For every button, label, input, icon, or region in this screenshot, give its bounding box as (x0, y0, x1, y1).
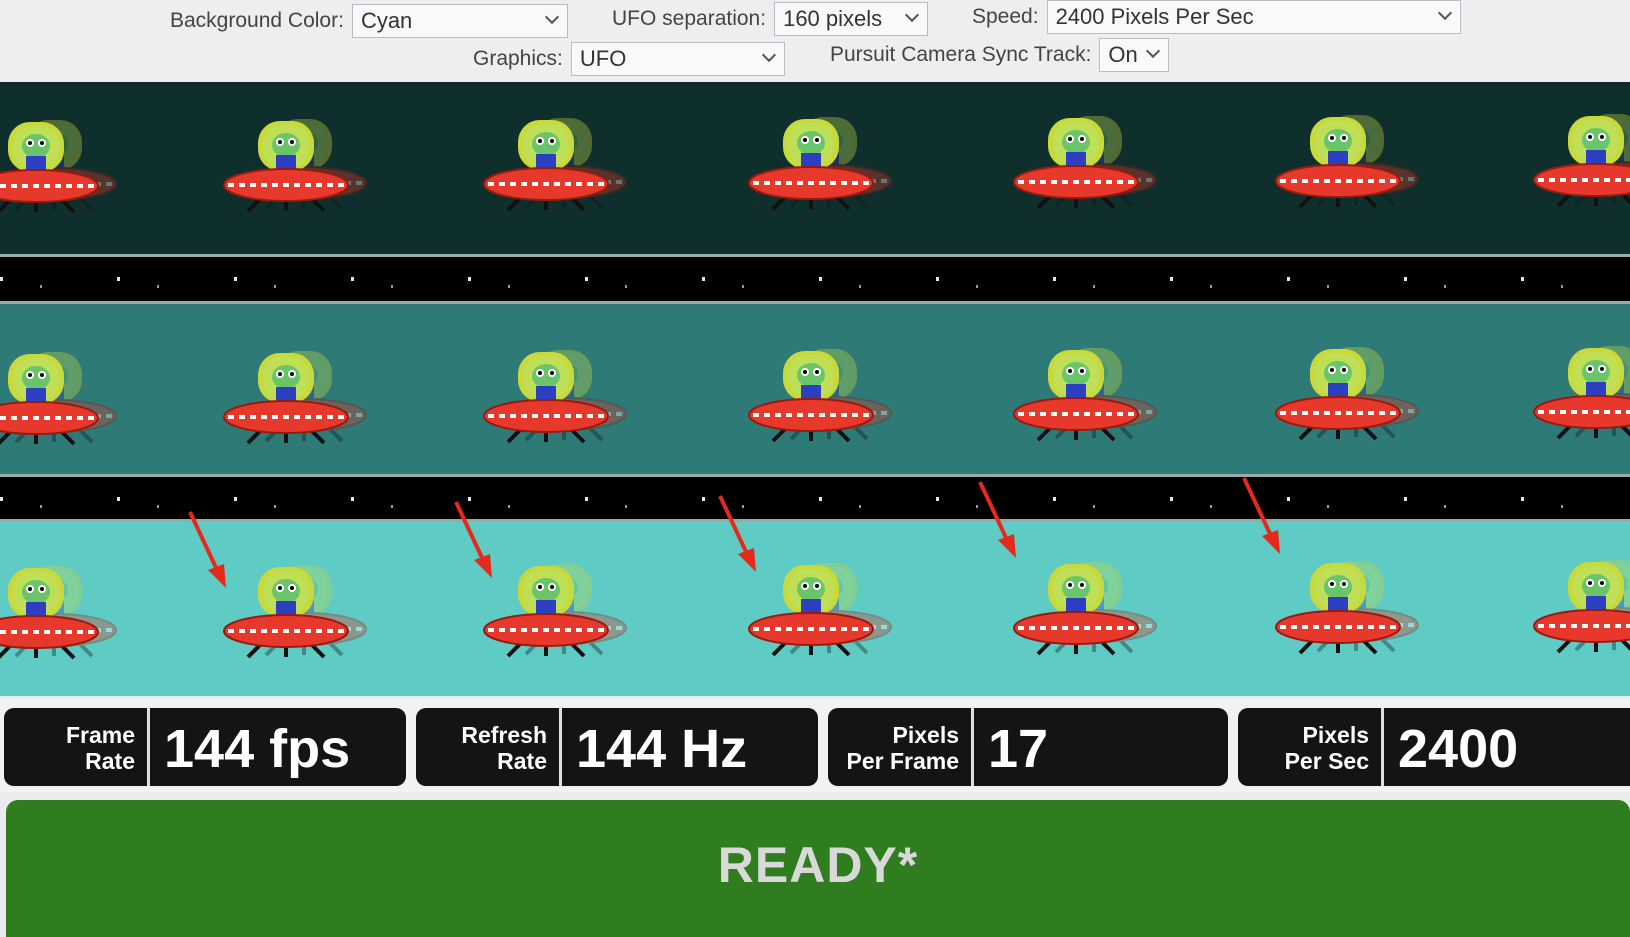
speed-value: 2400 Pixels Per Sec (1055, 4, 1254, 29)
frame-rate-label: Frame Rate (4, 708, 150, 786)
ufo-icon (1000, 108, 1150, 218)
refresh-rate-stat: Refresh Rate 144 Hz (416, 708, 818, 786)
graphics-value: UFO (579, 46, 627, 71)
speed-select[interactable]: 2400 Pixels Per Sec (1046, 0, 1461, 34)
ufo-icon (735, 109, 885, 219)
status-text: READY* (717, 837, 919, 893)
background-color-select[interactable]: Cyan (351, 4, 568, 38)
sync-track-2 (0, 474, 1630, 522)
chevron-down-icon (761, 47, 776, 63)
red-arrow-icon (448, 500, 508, 580)
frame-rate-stat: Frame Rate 144 fps (4, 708, 406, 786)
chevron-down-icon (1437, 5, 1452, 21)
pursuit-camera-control: Pursuit Camera Sync Track: On (830, 38, 1170, 72)
ufo-icon (470, 342, 620, 452)
ufo-separation-label: UFO separation: (612, 7, 767, 30)
pursuit-camera-value: On (1108, 42, 1138, 67)
ufo-icon (210, 343, 360, 453)
ufo-icon (0, 112, 110, 222)
ufo-icon (1520, 338, 1630, 448)
red-arrow-icon (182, 510, 242, 590)
pixels-per-sec-value: 2400 (1398, 719, 1519, 779)
ufo-icon (1262, 339, 1412, 449)
ufo-icon (0, 344, 110, 454)
ufo-icon (1520, 552, 1630, 662)
chevron-down-icon (905, 7, 920, 23)
background-color-label: Background Color: (170, 9, 344, 32)
red-arrow-icon (712, 494, 772, 574)
lane-medium (0, 304, 1630, 476)
pixels-per-frame-stat: Pixels Per Frame 17 (828, 708, 1228, 786)
chevron-down-icon (1146, 43, 1161, 59)
lane-dark (0, 82, 1630, 254)
status-banner: READY* (6, 800, 1630, 937)
ufo-icon (1262, 107, 1412, 217)
speed-control: Speed: 2400 Pixels Per Sec (972, 0, 1461, 34)
ufo-icon (1000, 340, 1150, 450)
graphics-label: Graphics: (473, 47, 563, 70)
chevron-down-icon (544, 9, 560, 25)
ufo-icon (1262, 553, 1412, 663)
stats-bar: Frame Rate 144 fps Refresh Rate 144 Hz Pix… (0, 698, 1630, 792)
pursuit-camera-select[interactable]: On (1099, 38, 1170, 72)
background-color-value: Cyan (360, 8, 413, 33)
speed-label: Speed: (972, 5, 1039, 28)
ufo-icon (1520, 106, 1630, 216)
settings-bar: Background Color: Cyan UFO separation: 1… (0, 0, 1630, 86)
ufo-separation-select[interactable]: 160 pixels (774, 2, 929, 36)
frame-rate-value: 144 fps (164, 719, 351, 779)
ufo-icon (0, 558, 110, 668)
pursuit-camera-label: Pursuit Camera Sync Track: (830, 43, 1092, 66)
pixels-per-sec-label: Pixels Per Sec (1238, 708, 1384, 786)
ufo-separation-control: UFO separation: 160 pixels (612, 2, 929, 36)
ufo-test-area (0, 82, 1630, 696)
ufo-icon (470, 110, 620, 220)
ufo-icon (210, 111, 360, 221)
red-arrow-icon (1236, 476, 1296, 556)
ufo-separation-value: 160 pixels (783, 6, 883, 31)
red-arrow-icon (972, 480, 1032, 560)
graphics-control: Graphics: UFO (473, 42, 785, 76)
background-color-control: Background Color: Cyan (170, 4, 568, 38)
pixels-per-frame-label: Pixels Per Frame (828, 708, 974, 786)
ufo-icon (735, 341, 885, 451)
pixels-per-frame-value: 17 (988, 719, 1049, 779)
refresh-rate-value: 144 Hz (576, 719, 748, 779)
graphics-select[interactable]: UFO (570, 42, 785, 76)
pixels-per-sec-stat: Pixels Per Sec 2400 (1238, 708, 1630, 786)
refresh-rate-label: Refresh Rate (416, 708, 562, 786)
lane-light (0, 522, 1630, 696)
sync-track-1 (0, 254, 1630, 304)
ufo-icon (1000, 554, 1150, 664)
